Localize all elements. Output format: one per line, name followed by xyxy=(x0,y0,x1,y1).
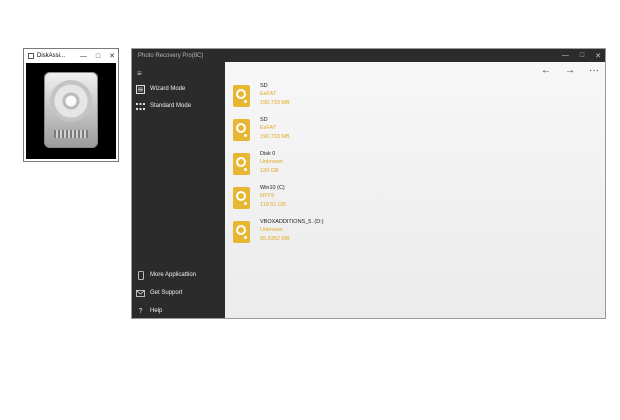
drive-size: 190.733 MB xyxy=(260,99,290,106)
drive-name: Disk 0 xyxy=(260,151,276,157)
drive-icon xyxy=(233,187,250,209)
drive-size: 55.5352 MB xyxy=(260,235,290,242)
main-titlebar[interactable]: Photo Recovery Pro(8C) — □ ✕ xyxy=(132,49,605,62)
sidebar-item-more-application[interactable]: More Applicattion xyxy=(136,268,196,282)
sidebar-item-label: Standard Mode xyxy=(150,103,192,109)
sidebar-item-label: Help xyxy=(150,308,163,314)
mail-icon xyxy=(136,289,145,298)
app-icon xyxy=(28,53,34,59)
wizard-icon xyxy=(136,84,145,94)
drive-name: VBOXADDITIONS_5. (D:) xyxy=(260,219,324,225)
more-options-icon[interactable]: ··· xyxy=(589,65,599,76)
drive-filesystem: Unknown xyxy=(260,159,283,166)
help-icon: ? xyxy=(138,307,143,315)
drive-item[interactable]: Win10 (C) NTFS 119.51 GB xyxy=(233,184,286,214)
drive-name: SD xyxy=(260,83,268,89)
sidebar-item-help[interactable]: ? Help xyxy=(136,304,163,318)
diskassist-titlebar[interactable]: DiskAssi... — □ ✕ xyxy=(24,49,118,63)
minimize-button[interactable]: — xyxy=(80,53,87,60)
sidebar-item-wizard-mode[interactable]: Wizard Mode xyxy=(136,82,185,96)
sidebar-item-standard-mode[interactable]: Standard Mode xyxy=(136,99,191,113)
hamburger-menu-icon[interactable]: ≡ xyxy=(137,69,142,78)
grid-icon xyxy=(136,102,145,111)
drive-size: 190.733 MB xyxy=(260,133,290,140)
drive-size: 119.51 GB xyxy=(260,201,286,208)
phone-icon xyxy=(136,270,145,280)
sidebar-item-label: More Applicattion xyxy=(150,272,197,278)
sidebar-item-label: Wizard Mode xyxy=(150,86,186,92)
drive-size: 120 GB xyxy=(260,167,279,174)
close-button[interactable]: ✕ xyxy=(109,52,115,60)
photo-recovery-window: Photo Recovery Pro(8C) — □ ✕ ≡ Wizard Mo… xyxy=(131,48,606,319)
window-title: Photo Recovery Pro(8C) xyxy=(138,52,204,59)
toolbar: ← → ··· xyxy=(541,65,599,76)
sidebar-item-label: Get Support xyxy=(150,290,183,296)
diskassist-window: DiskAssi... — □ ✕ xyxy=(23,48,119,162)
drive-filesystem: ExFAT xyxy=(260,91,277,98)
drive-filesystem: ExFAT xyxy=(260,125,277,132)
drive-icon xyxy=(233,119,250,141)
drive-item[interactable]: SD ExFAT 190.733 MB xyxy=(233,82,290,112)
diskassist-canvas xyxy=(26,63,116,159)
drive-icon xyxy=(233,221,250,243)
diskassist-title: DiskAssi... xyxy=(37,53,66,59)
drive-filesystem: NTFS xyxy=(260,193,275,200)
drive-name: Win10 (C) xyxy=(260,185,285,191)
close-button[interactable]: ✕ xyxy=(595,52,601,60)
forward-arrow-icon[interactable]: → xyxy=(565,65,575,76)
maximize-button[interactable]: □ xyxy=(580,52,584,59)
drive-item[interactable]: SD ExFAT 190.733 MB xyxy=(233,116,290,146)
maximize-button[interactable]: □ xyxy=(96,53,100,60)
drive-icon xyxy=(233,85,250,107)
sidebar-item-get-support[interactable]: Get Support xyxy=(136,286,182,300)
drive-item[interactable]: Disk 0 Unknown 120 GB xyxy=(233,150,283,180)
drive-filesystem: Unknown xyxy=(260,227,283,234)
minimize-button[interactable]: — xyxy=(562,52,569,59)
drive-list-panel: ← → ··· SD ExFAT 190.733 MB SD ExFAT 190… xyxy=(225,62,605,318)
hard-drive-icon xyxy=(44,72,98,148)
drive-name: SD xyxy=(260,117,268,123)
drive-icon xyxy=(233,153,250,175)
drive-item[interactable]: VBOXADDITIONS_5. (D:) Unknown 55.5352 MB xyxy=(233,218,324,248)
back-arrow-icon[interactable]: ← xyxy=(541,65,551,76)
sidebar: ≡ Wizard Mode Standard Mode More Applica… xyxy=(132,62,225,318)
